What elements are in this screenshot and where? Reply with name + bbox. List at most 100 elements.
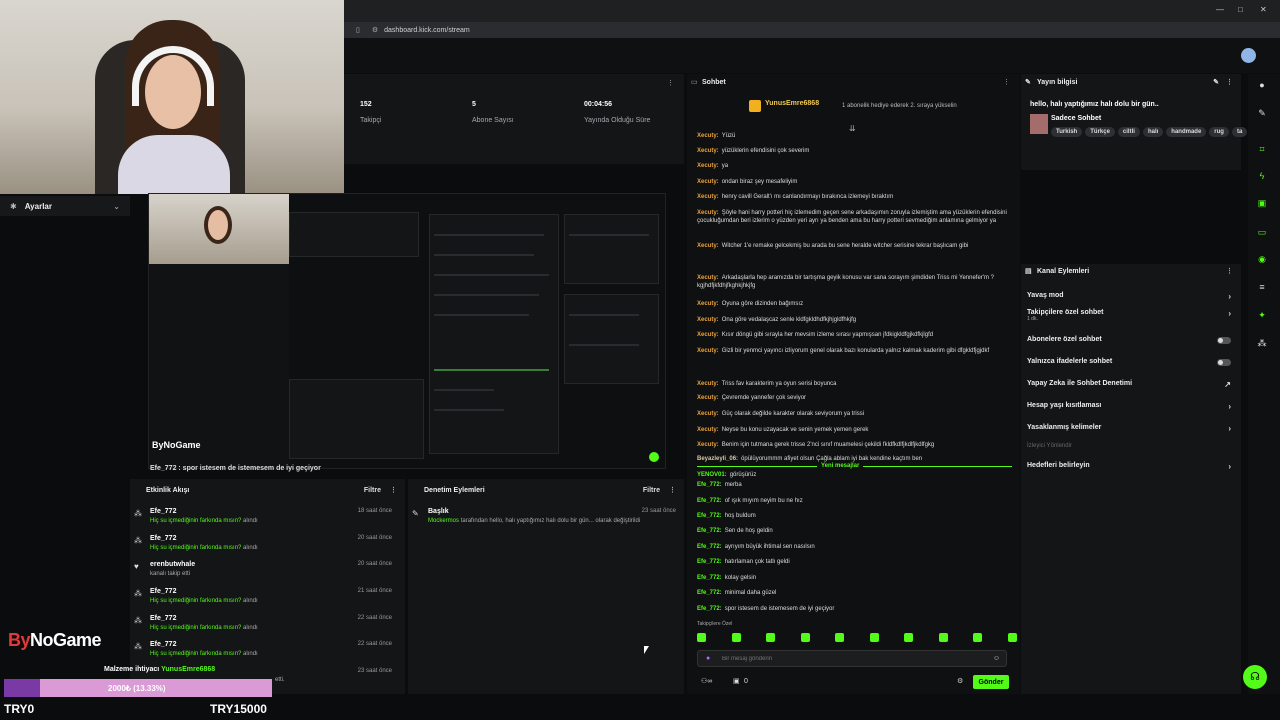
emote-icon[interactable] [869, 633, 879, 642]
chat-username[interactable]: YENOV01: [697, 472, 727, 478]
banned-words-item[interactable]: Yasaklanmış kelimeler › [1027, 424, 1235, 433]
chat-username[interactable]: Xecuty: [697, 301, 719, 307]
chat-username[interactable]: Xecuty: [697, 332, 719, 338]
chat-username[interactable]: Beyazleyli_06: [697, 456, 738, 462]
support-button[interactable]: ☊ [1243, 665, 1267, 689]
chat-username[interactable]: Xecuty: [697, 194, 719, 200]
emote-icon[interactable] [938, 633, 948, 642]
emoji-icon[interactable]: ☺ [993, 655, 1000, 662]
chat-message[interactable]: Xecuty: Triss fav karakterim ya oyun seri… [697, 380, 1015, 388]
bolt-icon[interactable]: ϟ [1256, 171, 1268, 183]
chat-message[interactable]: Efe_772: hatırlaman çok tatlı geldi [697, 558, 1015, 566]
subscribers-only-item[interactable]: Abonelere özel sohbet [1027, 336, 1235, 344]
emote-icon[interactable] [973, 633, 983, 642]
chat-message[interactable]: Xecuty: Çevremde yannefer çok seviyor [697, 394, 1015, 402]
chat-username[interactable]: Xecuty: [697, 411, 719, 417]
page-icon[interactable]: ▣ [1256, 198, 1268, 210]
minimize-icon[interactable]: — [1216, 5, 1224, 14]
send-button[interactable]: Gönder [973, 675, 1009, 689]
avatar[interactable] [1241, 48, 1256, 63]
chat-username[interactable]: Efe_772: [697, 482, 722, 488]
settings-header[interactable]: ✱ Ayarlar ⌄ [0, 196, 130, 216]
emote-icon[interactable] [835, 633, 845, 642]
chat-settings-icon[interactable]: ⚙ [957, 677, 963, 685]
info-icon[interactable]: ● [1256, 80, 1268, 92]
list-item[interactable]: ⁂ Efe_772 Hiç su içmediğinin farkında mı… [130, 534, 400, 560]
users-icon[interactable]: ⚇∞ [701, 677, 712, 685]
tag[interactable]: ta [1231, 127, 1248, 137]
toggle-switch[interactable] [1217, 359, 1231, 366]
mic-icon[interactable]: ● [706, 655, 710, 662]
chat-username[interactable]: Xecuty: [697, 275, 719, 281]
more-icon[interactable]: ⋮ [390, 486, 397, 494]
emote-icon[interactable] [766, 633, 776, 642]
tag[interactable]: halı [1142, 127, 1164, 137]
chat-username[interactable]: Xecuty: [697, 133, 719, 139]
tag[interactable]: handmade [1166, 127, 1207, 137]
chat-message[interactable]: Efe_772: spor istesem de istemesem de iyi… [697, 605, 1015, 613]
chat-username[interactable]: Efe_772: [697, 498, 722, 504]
broadcast-icon[interactable]: ◉ [1256, 254, 1268, 266]
chat-username[interactable]: Xecuty: [697, 210, 719, 216]
chat-username[interactable]: Xecuty: [697, 179, 719, 185]
chat-message[interactable]: Efe_772: merba [697, 481, 1015, 489]
chat-message[interactable]: Efe_772: kolay gelsin [697, 574, 1015, 582]
chat-message[interactable]: Efe_772: of ışık mıyım neyim bu ne hız [697, 497, 1015, 505]
chat-message[interactable]: Beyazleyli_06: öpülüyorummm afiyet olsun … [697, 455, 1015, 463]
tag[interactable]: rug [1209, 127, 1229, 137]
chat-username[interactable]: Xecuty: [697, 442, 719, 448]
raid-item[interactable]: İzleyici Yönlendir [1027, 443, 1235, 449]
toggle-switch[interactable] [1217, 337, 1231, 344]
tag[interactable]: Türkçe [1085, 127, 1115, 137]
chat-username[interactable]: Xecuty: [697, 163, 719, 169]
maximize-icon[interactable]: □ [1238, 5, 1243, 14]
pen-icon[interactable]: ✎ [1256, 108, 1268, 120]
sidebar-icon[interactable]: ▯ [356, 26, 360, 34]
wrench-icon[interactable]: ✦ [1256, 310, 1268, 322]
chat-username[interactable]: Efe_772: [697, 528, 722, 534]
chat-username[interactable]: Xecuty: [697, 243, 719, 249]
crop-icon[interactable]: ⌗ [1256, 144, 1268, 156]
share-icon[interactable]: ⁂ [1256, 338, 1268, 350]
chat-message[interactable]: Xecuty: Güç olarak değilde karakter olara… [697, 410, 1015, 418]
chat-username[interactable]: Efe_772: [697, 590, 722, 596]
more-icon[interactable]: ⋮ [1226, 78, 1233, 86]
chat-username[interactable]: Efe_772: [697, 513, 722, 519]
chat-username[interactable]: Xecuty: [697, 395, 719, 401]
chat-username[interactable]: Xecuty: [697, 427, 719, 433]
account-age-item[interactable]: Hesap yaşı kısıtlaması › [1027, 402, 1235, 411]
list-item[interactable]: ♥ erenbutwhale kanalı takip etti 20 saat… [130, 560, 400, 586]
chat-username[interactable]: Efe_772: [697, 575, 722, 581]
list-item[interactable]: ⁂ Efe_772 Hiç su içmediğinin farkında mı… [130, 640, 400, 666]
emote-icon[interactable] [1007, 633, 1017, 642]
edit-icon[interactable]: ✎ [1213, 78, 1219, 86]
chat-message[interactable]: Xecuty: Kısır döngü gibi sırayla her mevs… [697, 331, 1015, 339]
chat-message[interactable]: Xecuty: Arkadaşlarla hep aramızda bir tar… [697, 274, 1015, 290]
filter-button[interactable]: Filtre [364, 487, 381, 494]
chat-message[interactable]: Efe_772: ayrıyım büyük ihtimal sen nasıls… [697, 543, 1015, 551]
chat-message[interactable]: Xecuty: Yüzü [697, 132, 1015, 140]
url-text[interactable]: dashboard.kick.com/stream [384, 27, 470, 34]
chat-message[interactable]: Xecuty: yüzüklerin efendisini çok severim [697, 147, 1015, 155]
chat-message[interactable]: Xecuty: ondan biraz şey mesafeliyim [697, 178, 1015, 186]
chevron-down-icon[interactable]: ⌄ [113, 202, 120, 211]
chat-bubble-icon[interactable]: ▭ [1256, 227, 1268, 239]
chat-input[interactable] [722, 655, 972, 662]
chat-message[interactable]: Efe_772: minimal daha güzel [697, 589, 1015, 597]
chat-message[interactable]: Xecuty: ya [697, 162, 1015, 170]
more-icon[interactable]: ⋮ [667, 79, 674, 87]
chat-message[interactable]: Xecuty: Neyse bu konu uzayacak ve senin y… [697, 426, 1015, 434]
chat-username[interactable]: Efe_772: [697, 544, 722, 550]
list-icon[interactable]: ≡ [1256, 282, 1268, 294]
chat-input-box[interactable]: ● ☺ [697, 650, 1007, 667]
audit-entry[interactable]: ✎ Başlık Mockermos tarafından hello, hal… [408, 507, 684, 533]
chat-message[interactable]: Xecuty: henry cavill Geralt'ı mı canlandı… [697, 193, 1015, 201]
site-info-icon[interactable]: ⚙ [372, 26, 378, 34]
chat-username[interactable]: Xecuty: [697, 348, 719, 354]
chat-message[interactable]: Xecuty: Ona göre vedalaşcaz senle kldfgkl… [697, 316, 1015, 324]
close-icon[interactable]: ✕ [1260, 5, 1267, 14]
chat-message[interactable]: YENOV01: görüşürüz [697, 471, 1015, 479]
filter-button[interactable]: Filtre [643, 487, 660, 494]
chat-message[interactable]: Xecuty: Gizli bir yenmci yayıncı izliyoru… [697, 347, 1015, 355]
chat-username[interactable]: Xecuty: [697, 381, 719, 387]
